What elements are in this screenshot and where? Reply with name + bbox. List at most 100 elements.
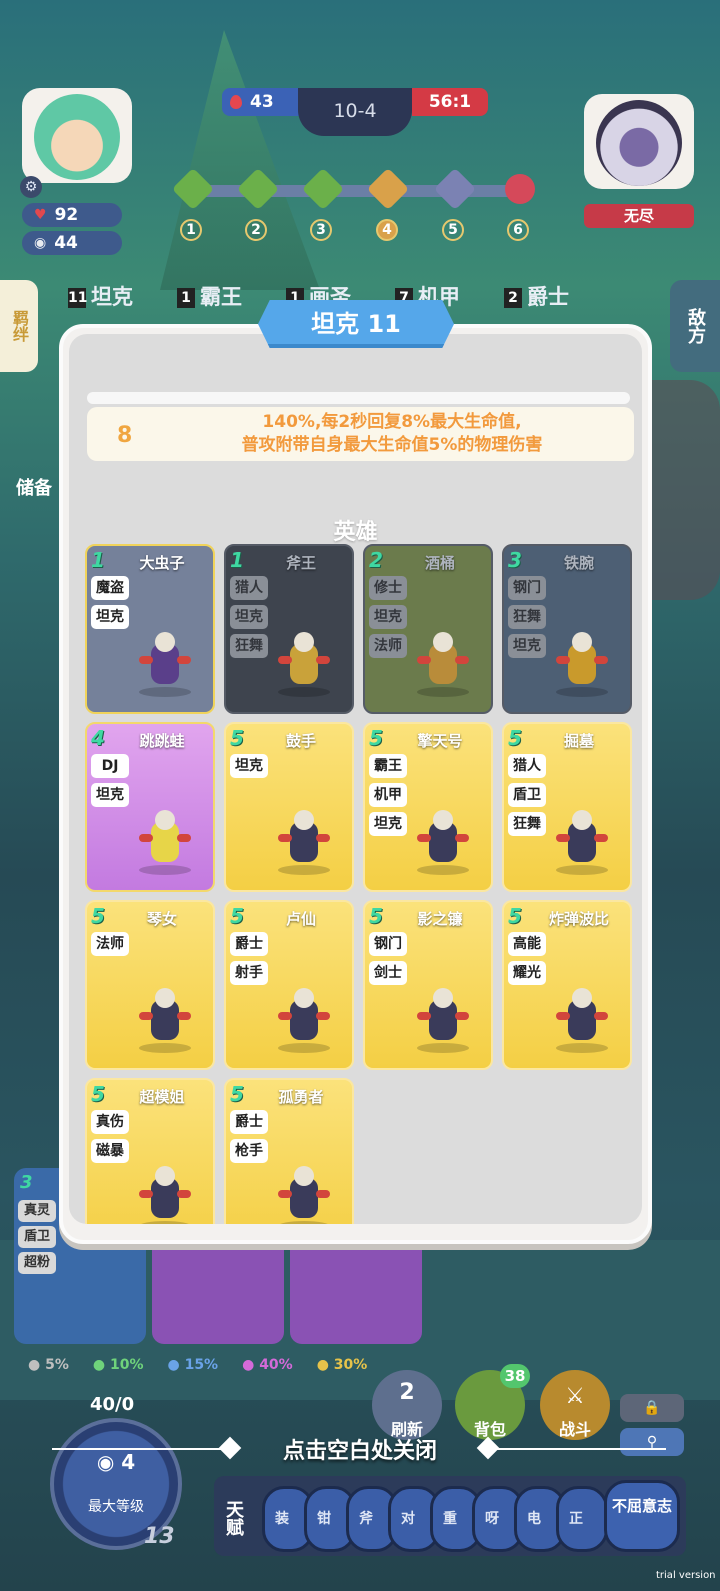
reserve-label[interactable]: 储备 [16,474,52,500]
hero-card[interactable]: 5 鼓手 坦克 [224,722,354,892]
hero-tags: 法师 [91,932,129,956]
hero-card[interactable]: 2 酒桶 修士 坦克 法师 [363,544,493,714]
level-label: 最大等级 [88,1499,144,1515]
hero-tag: 枪手 [230,1139,268,1163]
hero-card[interactable]: 5 孤勇者 爵士 枪手 [224,1078,354,1224]
hero-sprite [129,1160,201,1224]
stage-num-6: 6 [507,219,529,241]
close-hint[interactable]: 点击空白处关闭 [0,1433,720,1465]
hero-card[interactable]: 1 斧王 猎人 坦克 狂舞 [224,544,354,714]
hero-card[interactable]: 5 琴女 法师 [85,900,215,1070]
hero-name: 大虫子 [139,554,185,572]
hero-card[interactable]: 5 卢仙 爵士 射手 [224,900,354,1070]
hero-card[interactable]: 3 铁腕 钢门 狂舞 坦克 [502,544,632,714]
hero-cost: 4 [91,726,105,750]
player-avatar[interactable] [22,88,132,183]
stage-node-4 [366,167,410,211]
trait-name: 霸王 [200,285,242,309]
trait-strip-item[interactable]: 2 爵士 [504,281,569,311]
hero-cost: 5 [91,1082,105,1106]
trait-detail-modal: 8 140%,每2秒回复8%最大生命值, 普攻附带自身最大生命值5%的物理伤害 … [59,324,652,1244]
hp-pill: ♥ 92 [22,203,122,227]
enemy-name: 无尽 [584,204,694,228]
bench-tag: 真灵 [18,1200,56,1222]
talent-tab[interactable]: 天赋 [216,1480,250,1556]
hero-name: 孤勇者 [278,1088,324,1106]
shop-odds: 5% 10% 15% 40% 30% [28,1357,367,1373]
heart-icon: ♥ [34,207,47,223]
trait-count: 11 [68,288,88,308]
hero-tag: 法师 [369,634,407,658]
hero-cost: 5 [369,726,383,750]
hero-card[interactable]: 5 擎天号 霸王 机甲 坦克 [363,722,493,892]
hero-name: 酒桶 [424,554,455,572]
bench-tags: 真灵 盾卫 超粉 [18,1200,56,1274]
hero-card[interactable]: 5 掘墓 猎人 盾卫 狂舞 [502,722,632,892]
trait-strip-item[interactable]: 1 霸王 [177,281,242,311]
hero-sprite [268,626,340,698]
hero-card[interactable]: 4 跳跳蛙 DJ 坦克 [85,722,215,892]
blood-drop-icon [230,95,242,109]
odds-tier-4: 40% [242,1357,293,1373]
hero-tag: 钢门 [508,576,546,600]
synergy-tab[interactable]: 羁绊 [0,280,38,372]
fight-button[interactable]: ⚔ 战斗 [540,1370,610,1440]
talent-chip-selected[interactable]: 不屈意志 [604,1480,680,1552]
bench-cost: 3 [20,1172,33,1193]
hero-cost: 5 [230,1082,244,1106]
hero-tags: 高能 耀光 [508,932,546,985]
hero-tag: 坦克 [508,634,546,658]
hero-card[interactable]: 5 炸弹波比 高能 耀光 [502,900,632,1070]
watermark: trial version [656,1570,716,1581]
hero-cost: 5 [91,904,105,928]
hero-tags: 爵士 枪手 [230,1110,268,1163]
hero-card[interactable]: 1 大虫子 魔盗 坦克 [85,544,215,714]
player-portrait [34,94,120,180]
hero-card[interactable]: 5 影之镰 钢门 剑士 [363,900,493,1070]
odds-tier-5: 30% [317,1357,368,1373]
background-mountain [160,30,320,290]
hero-tag: 坦克 [369,605,407,629]
hero-cost: 5 [369,904,383,928]
hero-name: 铁腕 [563,554,594,572]
hp-value: 92 [54,205,79,225]
hero-tag: 霸王 [369,754,407,778]
bonus-line-1: 140%,每2秒回复8%最大生命值, [262,412,522,432]
enemy-tab[interactable]: 敌方 [670,280,720,372]
talent-chip[interactable]: 正 [556,1486,608,1552]
hero-sprite [268,982,340,1054]
hero-tag: 高能 [508,932,546,956]
enemy-avatar[interactable] [584,94,694,189]
hero-tag: 真伤 [91,1110,129,1134]
hero-tag: 坦克 [91,783,129,807]
lock-icon[interactable]: 🔒 [620,1394,684,1422]
coin-pill: ◉ 44 [22,231,122,255]
hero-tags: 修士 坦克 法师 [369,576,407,658]
hero-tag: 魔盗 [91,576,129,600]
hero-tag: 法师 [91,932,129,956]
settings-gear-icon[interactable]: ⚙ [20,176,42,198]
stage-node-3 [301,167,345,211]
hero-card[interactable]: 5 超模姐 真伤 磁暴 [85,1078,215,1224]
hero-cost: 1 [91,548,105,572]
hero-name: 炸弹波比 [548,910,609,928]
stage-num-4: 4 [376,219,398,241]
trait-strip-item[interactable]: 11 坦克 [68,281,133,311]
trait-count: 1 [177,288,195,308]
hero-tag: 剑士 [369,961,407,985]
hero-name: 掘墓 [563,732,594,750]
stage-node-5 [433,167,477,211]
enemy-score: 56:1 [412,88,488,116]
hero-cost: 5 [230,904,244,928]
bench-tag: 盾卫 [18,1226,56,1248]
hero-tags: 猎人 盾卫 狂舞 [508,754,546,836]
refresh-button[interactable]: 2 刷新 [372,1370,442,1440]
hero-sprite [129,804,201,876]
hero-tags: 钢门 剑士 [369,932,407,985]
hero-tags: 霸王 机甲 坦克 [369,754,407,836]
hero-tags: 真伤 磁暴 [91,1110,129,1163]
hero-tag: 坦克 [230,605,268,629]
hero-name: 卢仙 [285,910,316,928]
stage-num-2: 2 [245,219,267,241]
trait-count: 2 [504,288,522,308]
